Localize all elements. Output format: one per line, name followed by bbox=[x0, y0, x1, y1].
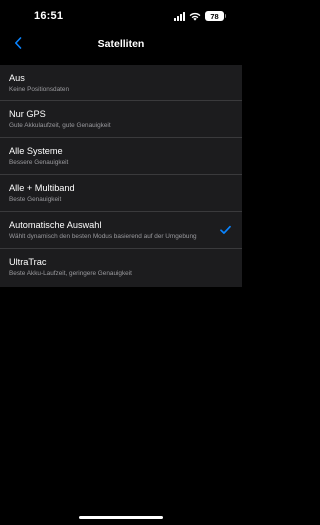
option-subtitle: Beste Genauigkeit bbox=[9, 196, 62, 203]
option-title: UltraTrac bbox=[9, 257, 47, 267]
cellular-signal-icon bbox=[174, 11, 185, 21]
option-title: Nur GPS bbox=[9, 109, 46, 119]
option-title: Alle Systeme bbox=[9, 146, 63, 156]
option-subtitle: Beste Akku-Laufzeit, geringere Genauigke… bbox=[9, 270, 132, 277]
satellite-option[interactable]: UltraTrac Beste Akku-Laufzeit, geringere … bbox=[0, 249, 242, 287]
satellite-option[interactable]: Nur GPS Gute Akkulaufzeit, gute Genauigke… bbox=[0, 101, 242, 138]
battery-level: 78 bbox=[210, 11, 219, 21]
status-time: 16:51 bbox=[34, 10, 64, 22]
option-subtitle: Wählt dynamisch den besten Modus basiere… bbox=[9, 233, 197, 240]
satellite-option[interactable]: Aus Keine Positionsdaten bbox=[0, 65, 242, 101]
option-subtitle: Keine Positionsdaten bbox=[9, 86, 70, 93]
wifi-icon bbox=[189, 12, 201, 21]
option-title: Aus bbox=[9, 73, 25, 83]
option-title: Automatische Auswahl bbox=[9, 220, 102, 230]
status-icons: 78 bbox=[174, 10, 226, 22]
status-bar: 16:51 78 bbox=[0, 0, 242, 30]
nav-header: Satelliten bbox=[0, 30, 242, 57]
checkmark-icon bbox=[220, 225, 231, 234]
screen: 16:51 78 Satelliten Aus Keine Positionsd… bbox=[0, 0, 242, 525]
satellite-option[interactable]: Alle + Multiband Beste Genauigkeit bbox=[0, 175, 242, 212]
satellite-options-list: Aus Keine Positionsdaten Nur GPS Gute Akkul… bbox=[0, 65, 242, 287]
option-subtitle: Bessere Genauigkeit bbox=[9, 159, 69, 166]
home-indicator[interactable] bbox=[79, 516, 163, 519]
option-subtitle: Gute Akkulaufzeit, gute Genauigkeit bbox=[9, 122, 111, 129]
battery-icon: 78 bbox=[205, 11, 226, 21]
satellite-option[interactable]: Automatische Auswahl Wählt dynamisch den … bbox=[0, 212, 242, 249]
option-title: Alle + Multiband bbox=[9, 183, 75, 193]
satellite-option[interactable]: Alle Systeme Bessere Genauigkeit bbox=[0, 138, 242, 175]
page-title: Satelliten bbox=[97, 38, 145, 50]
